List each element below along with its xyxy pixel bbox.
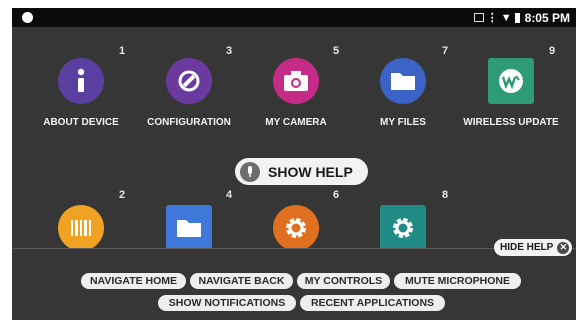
command-mute-microphone[interactable]: MUTE MICROPHONE: [394, 273, 521, 289]
app-number: 2: [119, 189, 126, 201]
app-number: 5: [333, 45, 340, 57]
files-app[interactable]: [166, 205, 212, 251]
info-icon: [77, 68, 85, 92]
hide-help-button[interactable]: HIDE HELP ✕: [494, 239, 573, 256]
app-number: 7: [442, 45, 449, 57]
settings-icon: [393, 218, 413, 238]
show-help-button[interactable]: SHOW HELP: [235, 158, 368, 185]
barcode-icon: [71, 220, 91, 236]
my-camera-app[interactable]: [273, 58, 319, 104]
configuration-app[interactable]: [166, 58, 212, 104]
config-icon: [178, 70, 200, 92]
command-my-controls[interactable]: MY CONTROLS: [297, 273, 390, 289]
app-label: CONFIGURATION: [147, 117, 231, 128]
app-number: 8: [442, 189, 449, 201]
app-number: 3: [226, 45, 233, 57]
folder-icon: [177, 220, 201, 237]
device-screen: ⋮ ▼ 8:05 PM 1 ABOUT DEVICE 3 CONFIGURATI…: [12, 8, 576, 320]
screen-icon: [473, 13, 484, 22]
command-navigate-home[interactable]: NAVIGATE HOME: [81, 273, 186, 289]
barcode-app[interactable]: [58, 205, 104, 251]
bluetooth-icon: ⋮: [486, 12, 498, 24]
app-number: 4: [226, 189, 233, 201]
wifi-icon: ▼: [500, 11, 512, 24]
hide-help-label: HIDE HELP: [500, 242, 554, 253]
battery-icon: [514, 12, 520, 23]
close-icon: ✕: [557, 241, 570, 254]
command-navigate-back[interactable]: NAVIGATE BACK: [190, 273, 293, 289]
app-label: MY FILES: [380, 117, 426, 128]
status-icons: ⋮ ▼ 8:05 PM: [473, 10, 570, 25]
camera-icon: [284, 71, 308, 91]
gear-icon: [286, 218, 306, 238]
my-files-app[interactable]: [380, 58, 426, 104]
app-number: 1: [119, 45, 126, 57]
app-label: MY CAMERA: [265, 117, 327, 128]
microphone-icon: [240, 161, 260, 182]
clock: 8:05 PM: [524, 10, 570, 25]
notification-dot-icon: [22, 12, 33, 23]
show-help-label: SHOW HELP: [268, 163, 353, 180]
app-label: ABOUT DEVICE: [43, 117, 119, 128]
command-recent-applications[interactable]: RECENT APPLICATIONS: [300, 295, 445, 311]
settings-gear-app[interactable]: [273, 205, 319, 251]
app-number: 9: [549, 45, 556, 57]
app-number: 6: [333, 189, 340, 201]
folder-icon: [391, 73, 415, 90]
settings-app[interactable]: [380, 205, 426, 251]
wireless-update-app[interactable]: [488, 58, 534, 104]
wireless-update-icon: [499, 69, 523, 93]
about-device-app[interactable]: [58, 58, 104, 104]
status-bar: ⋮ ▼ 8:05 PM: [12, 8, 576, 27]
app-label: WIRELESS UPDATE: [463, 117, 559, 128]
command-show-notifications[interactable]: SHOW NOTIFICATIONS: [158, 295, 296, 311]
